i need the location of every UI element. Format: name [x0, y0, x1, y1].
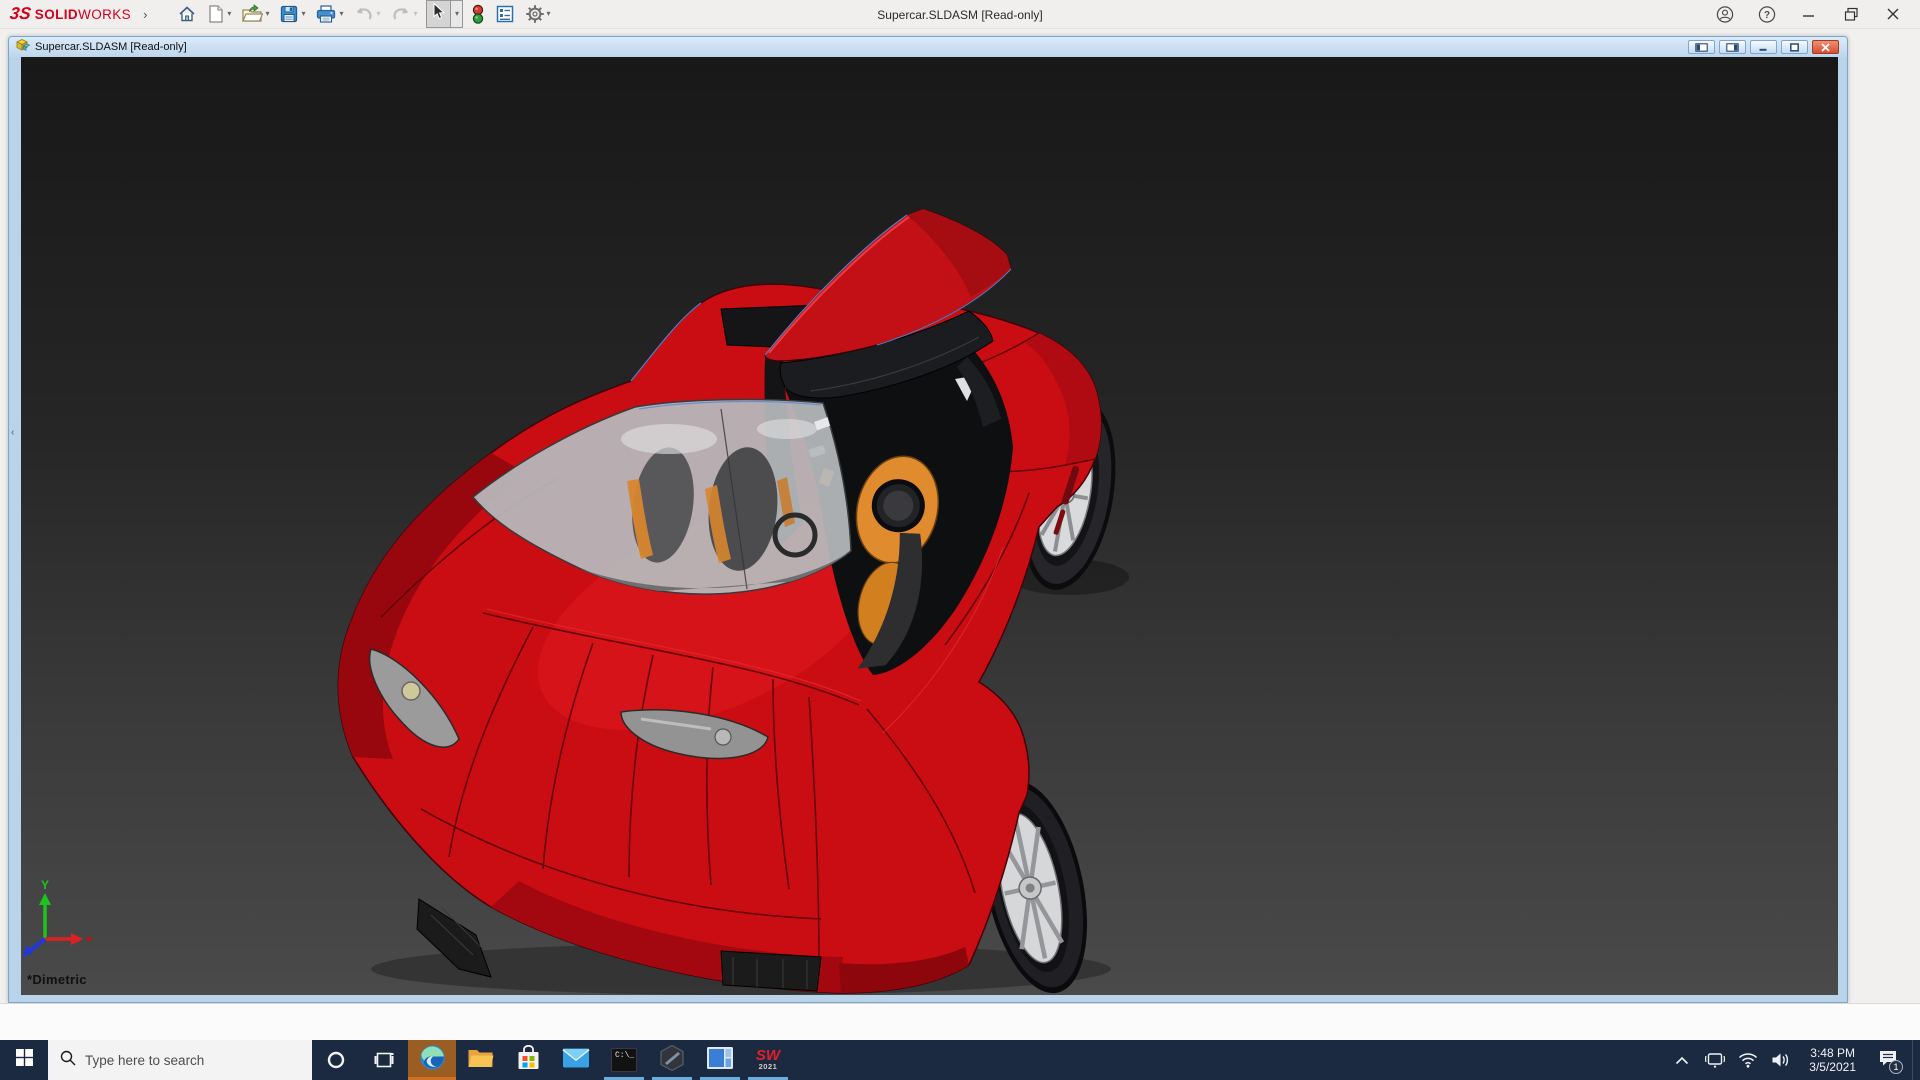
save-dropdown[interactable]: ▾ — [301, 10, 305, 18]
options-dropdown[interactable]: ▾ — [547, 10, 551, 18]
quick-access-toolbar: ▾ ▾ ▾ ▾ ▾ — [173, 0, 554, 28]
taskbar-item-edge[interactable] — [408, 1040, 456, 1080]
hexagon-app-icon — [659, 1044, 685, 1077]
print-dropdown[interactable]: ▾ — [339, 10, 343, 18]
windows-logo-icon — [16, 1049, 33, 1071]
document-window: Supercar.SLDASM [Read-only] — [8, 36, 1848, 1003]
rebuild-traffic-light-icon — [471, 4, 485, 25]
taskbar-item-store[interactable] — [504, 1040, 552, 1080]
help-button[interactable]: ? — [1758, 5, 1776, 23]
taskbar-item-hexagon-app[interactable] — [648, 1040, 696, 1080]
redo-button[interactable]: ▾ — [387, 2, 422, 26]
taskbar-item-display-app[interactable] — [696, 1040, 744, 1080]
microsoft-store-icon — [516, 1045, 541, 1076]
tray-expand-chevron-icon[interactable] — [1669, 1040, 1695, 1080]
open-button[interactable]: ▾ — [237, 1, 273, 27]
select-tool-group: ▾ — [426, 0, 463, 28]
new-document-dropdown[interactable]: ▾ — [227, 10, 231, 18]
file-explorer-icon — [467, 1046, 494, 1075]
view-orientation-label: *Dimetric — [27, 972, 87, 987]
tray-clock[interactable]: 3:48 PM 3/5/2021 — [1801, 1046, 1864, 1074]
open-dropdown[interactable]: ▾ — [265, 10, 269, 18]
file-properties-icon — [495, 4, 515, 24]
command-prompt-icon: C:\_ — [611, 1048, 637, 1072]
print-button[interactable]: ▾ — [311, 1, 347, 27]
select-tool-dropdown[interactable]: ▾ — [450, 0, 463, 28]
search-input[interactable] — [85, 1053, 285, 1068]
status-strip — [0, 1003, 1920, 1040]
document-restore-button[interactable] — [1781, 40, 1808, 54]
file-properties-button[interactable] — [491, 1, 519, 27]
tray-wifi-icon[interactable] — [1735, 1040, 1761, 1080]
toolbar-overflow-chevron-icon[interactable]: › — [143, 7, 147, 22]
minimize-button[interactable] — [1800, 5, 1818, 23]
home-icon — [177, 4, 197, 24]
display-app-icon — [706, 1046, 734, 1075]
svg-text:?: ? — [1764, 10, 1770, 21]
select-cursor-icon — [430, 2, 447, 26]
undo-icon — [353, 5, 374, 23]
taskbar-item-solidworks[interactable]: SW 2021 — [744, 1040, 792, 1080]
app-window-title: Supercar.SLDASM [Read-only] — [877, 8, 1042, 22]
open-folder-icon — [241, 4, 263, 24]
taskbar-item-file-explorer[interactable] — [456, 1040, 504, 1080]
undo-button[interactable]: ▾ — [349, 2, 384, 26]
rebuild-button[interactable] — [467, 1, 489, 28]
solidworks-logo: 3S SOLID WORKS — [10, 4, 131, 24]
clock-time: 3:48 PM — [1809, 1046, 1856, 1060]
options-button[interactable]: ▾ — [521, 1, 555, 27]
notification-badge: 1 — [1889, 1060, 1903, 1074]
tray-display-icon[interactable] — [1702, 1040, 1728, 1080]
print-icon — [315, 4, 337, 24]
mail-icon — [562, 1047, 590, 1074]
collapsed-pane-toggle[interactable]: ‹ — [11, 427, 14, 438]
account-button[interactable] — [1716, 5, 1734, 23]
reference-triad: Y — [22, 878, 92, 957]
new-document-button[interactable]: ▾ — [203, 1, 235, 27]
save-floppy-icon — [279, 4, 299, 24]
clock-date: 3/5/2021 — [1809, 1060, 1856, 1074]
svg-text:Y: Y — [41, 878, 49, 892]
home-button[interactable] — [173, 1, 201, 27]
restore-button[interactable] — [1842, 5, 1860, 23]
show-desktop-button[interactable] — [1912, 1040, 1918, 1080]
taskbar-item-mail[interactable] — [552, 1040, 600, 1080]
search-icon — [60, 1050, 76, 1071]
document-window-buttons — [1688, 40, 1839, 54]
task-view-button[interactable] — [360, 1040, 408, 1080]
redo-dropdown: ▾ — [414, 10, 418, 18]
document-close-button[interactable] — [1812, 40, 1839, 54]
select-tool-button[interactable] — [426, 0, 450, 28]
cortana-button[interactable] — [312, 1040, 360, 1080]
show-right-pane-button[interactable] — [1719, 40, 1746, 54]
solidworks-2021-icon: SW 2021 — [756, 1049, 780, 1071]
supercar-3d-model: Y — [21, 57, 1838, 995]
brand-3s-glyph: 3S — [9, 4, 33, 24]
action-center-button[interactable]: 1 — [1871, 1040, 1905, 1080]
graphics-viewport[interactable]: Y *Dimetric — [21, 57, 1838, 995]
gear-icon — [525, 4, 545, 24]
tray-volume-icon[interactable] — [1768, 1040, 1794, 1080]
redo-icon — [391, 5, 412, 23]
assembly-document-icon — [15, 37, 30, 57]
app-titlebar: 3S SOLID WORKS › ▾ ▾ ▾ — [0, 0, 1920, 29]
close-button[interactable] — [1884, 5, 1902, 23]
windows-taskbar: C:\_ SW 2021 3:48 PM — [0, 1040, 1920, 1080]
start-button[interactable] — [0, 1040, 48, 1080]
system-tray: 3:48 PM 3/5/2021 1 — [1669, 1040, 1920, 1080]
edge-icon — [419, 1044, 446, 1076]
save-button[interactable]: ▾ — [275, 1, 309, 27]
taskbar-search[interactable] — [48, 1040, 312, 1080]
document-minimize-button[interactable] — [1750, 40, 1777, 54]
taskbar-item-terminal[interactable]: C:\_ — [600, 1040, 648, 1080]
new-document-icon — [207, 4, 225, 24]
document-title: Supercar.SLDASM [Read-only] — [35, 41, 187, 53]
undo-dropdown: ▾ — [376, 10, 380, 18]
app-window-controls: ? — [1716, 5, 1920, 23]
show-left-pane-button[interactable] — [1688, 40, 1715, 54]
document-titlebar[interactable]: Supercar.SLDASM [Read-only] — [9, 37, 1847, 57]
